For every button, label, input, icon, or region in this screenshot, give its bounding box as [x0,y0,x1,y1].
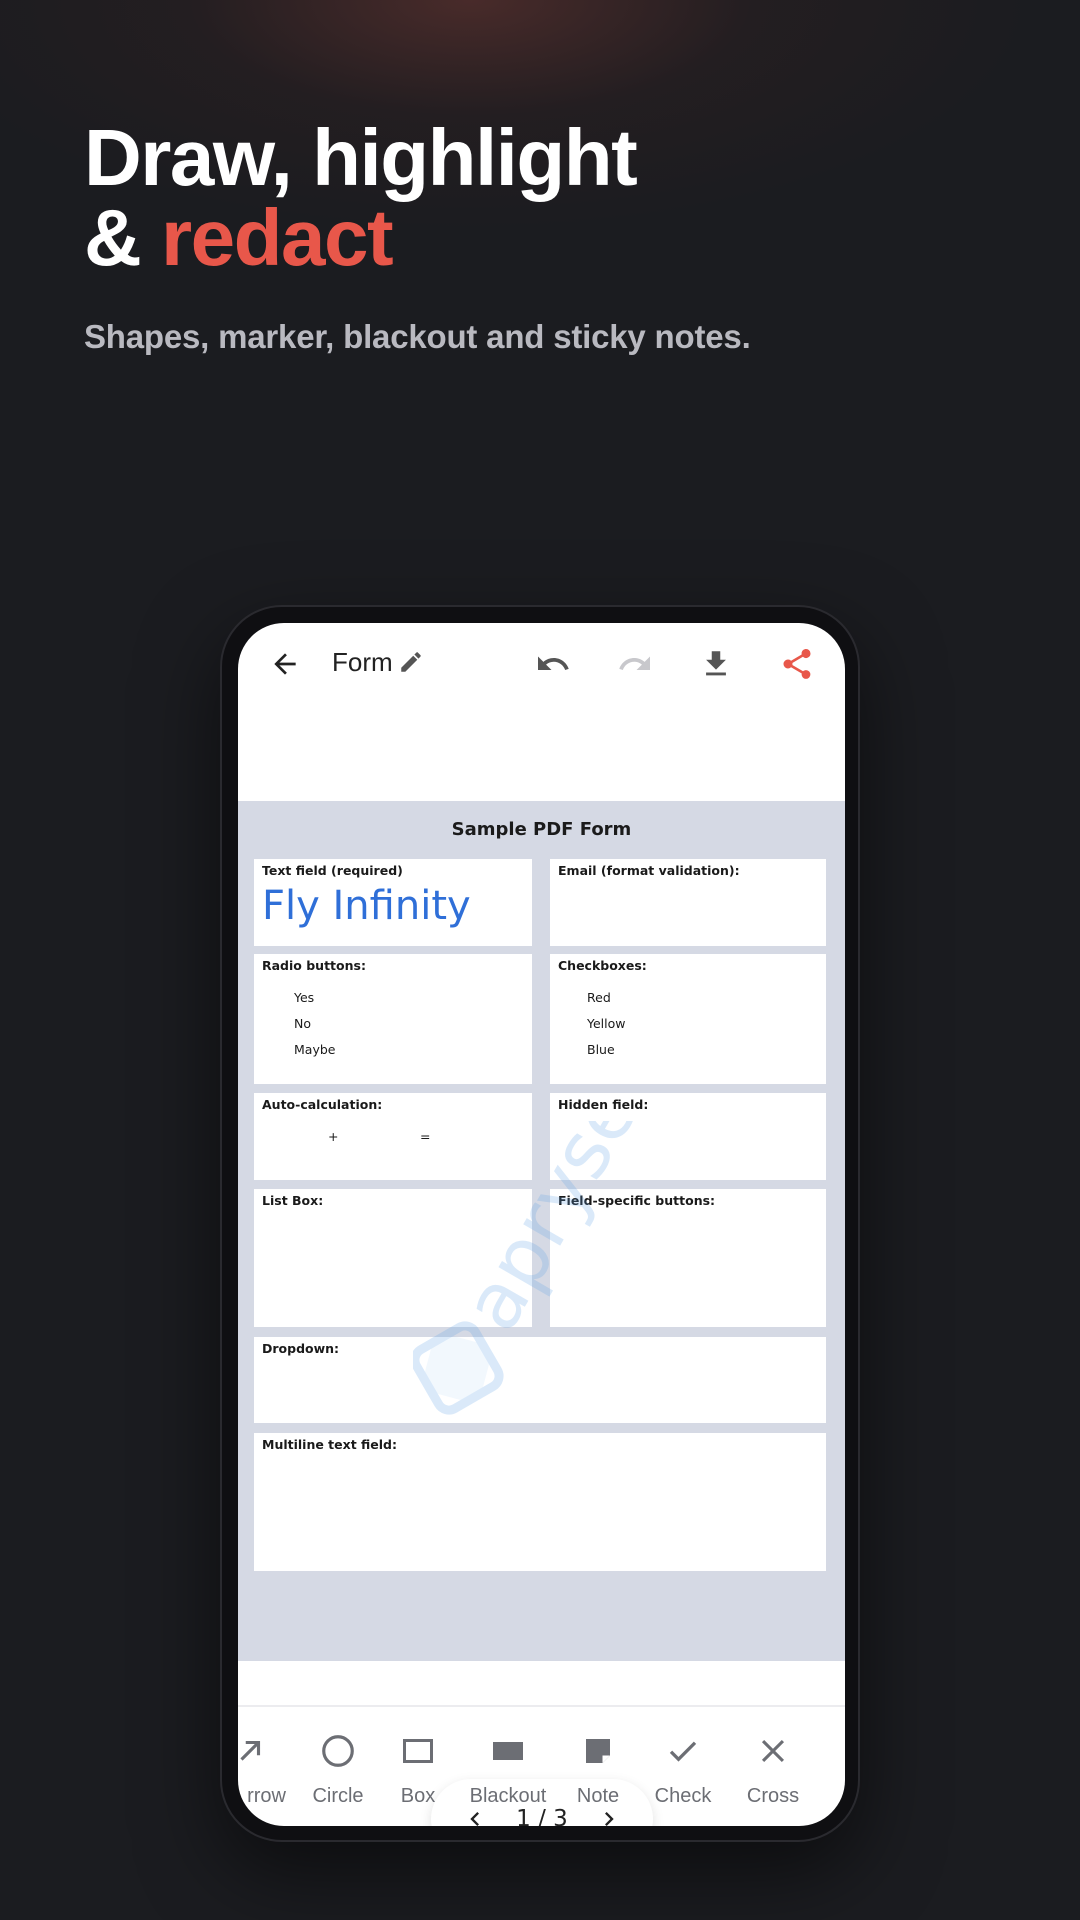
equals-sign: = [420,1129,431,1144]
headline-line1: Draw, highlight [84,113,638,202]
document-name[interactable]: Form [332,647,393,678]
subtitle: Shapes, marker, blackout and sticky note… [84,318,751,355]
radio-group-label: Radio buttons: [262,958,366,973]
note-icon [576,1729,620,1773]
circle-icon [316,1729,360,1773]
pdf-title: Sample PDF Form [451,819,632,840]
download-icon[interactable] [697,645,735,683]
headline-amp: & [84,193,161,282]
radio-option-yes[interactable]: Yes [294,990,314,1005]
headline-line2: & redact [84,198,751,278]
tool-check[interactable]: Check [646,1707,720,1826]
field-buttons: Field-specific buttons: [550,1189,826,1327]
tool-blackout-label: Blackout [469,1785,547,1807]
hidden-field-label: Hidden field: [558,1097,649,1112]
tool-arrow[interactable]: rrow [238,1707,286,1826]
auto-calc-field: Auto-calculation: + = [254,1093,532,1180]
headline-accent: redact [161,193,394,282]
list-box[interactable]: List Box: [254,1189,532,1327]
hidden-field: Hidden field: [550,1093,826,1180]
tool-arrow-label: rrow [247,1785,286,1807]
tool-cross-label: Cross [746,1785,800,1807]
radio-option-maybe[interactable]: Maybe [294,1042,335,1057]
back-arrow-icon[interactable] [266,645,304,683]
tool-note[interactable]: Note [566,1707,630,1826]
radio-option-no[interactable]: No [294,1016,311,1031]
edit-pencil-icon[interactable] [398,649,426,677]
plus-sign: + [328,1129,339,1144]
checkbox-option-yellow[interactable]: Yellow [587,1016,625,1031]
pdf-page[interactable]: Sample PDF Form Text field (required) Fl… [238,801,845,1826]
tool-blackout[interactable]: Blackout [460,1707,556,1826]
headline: Draw, highlight & redact [84,118,751,278]
phone-frame: Form Sample PDF Form Text field (require… [220,605,860,1842]
field-buttons-label: Field-specific buttons: [558,1193,716,1208]
share-icon[interactable] [778,645,816,683]
tool-box[interactable]: Box [386,1707,450,1826]
list-box-label: List Box: [262,1193,324,1208]
text-field-label: Text field (required) [262,863,403,878]
annotation-toolbar: rrow Circle Box Blackout Note Check Cros… [238,1707,845,1826]
tool-check-label: Check [654,1785,712,1807]
check-icon [661,1729,705,1773]
phone-screen: Form Sample PDF Form Text field (require… [238,623,845,1826]
arrow-icon [238,1729,272,1773]
dropdown-label: Dropdown: [262,1341,340,1356]
text-field[interactable]: Text field (required) Fly Infinity [254,859,532,946]
text-field-value[interactable]: Fly Infinity [262,883,471,929]
tool-cross[interactable]: Cross [736,1707,810,1826]
app-top-bar: Form [238,623,845,703]
blackout-icon [486,1729,530,1773]
radio-group: Radio buttons: Yes No Maybe [254,954,532,1084]
tool-box-label: Box [400,1785,436,1807]
checkbox-option-blue[interactable]: Blue [587,1042,615,1057]
undo-icon[interactable] [534,645,572,683]
hero: Draw, highlight & redact Shapes, marker,… [84,118,751,356]
dropdown-field[interactable]: Dropdown: [254,1337,826,1423]
email-field-label: Email (format validation): [558,863,740,878]
tool-circle[interactable]: Circle [300,1707,376,1826]
multiline-label: Multiline text field: [262,1437,397,1452]
checkbox-group-label: Checkboxes: [558,958,647,973]
multiline-field[interactable]: Multiline text field: [254,1433,826,1571]
redo-icon[interactable] [616,645,654,683]
checkbox-group: Checkboxes: Red Yellow Blue [550,954,826,1084]
email-field[interactable]: Email (format validation): [550,859,826,946]
cross-icon [751,1729,795,1773]
box-icon [396,1729,440,1773]
checkbox-option-red[interactable]: Red [587,990,611,1005]
auto-calc-label: Auto-calculation: [262,1097,383,1112]
tool-note-label: Note [576,1785,620,1807]
tool-circle-label: Circle [312,1785,364,1807]
